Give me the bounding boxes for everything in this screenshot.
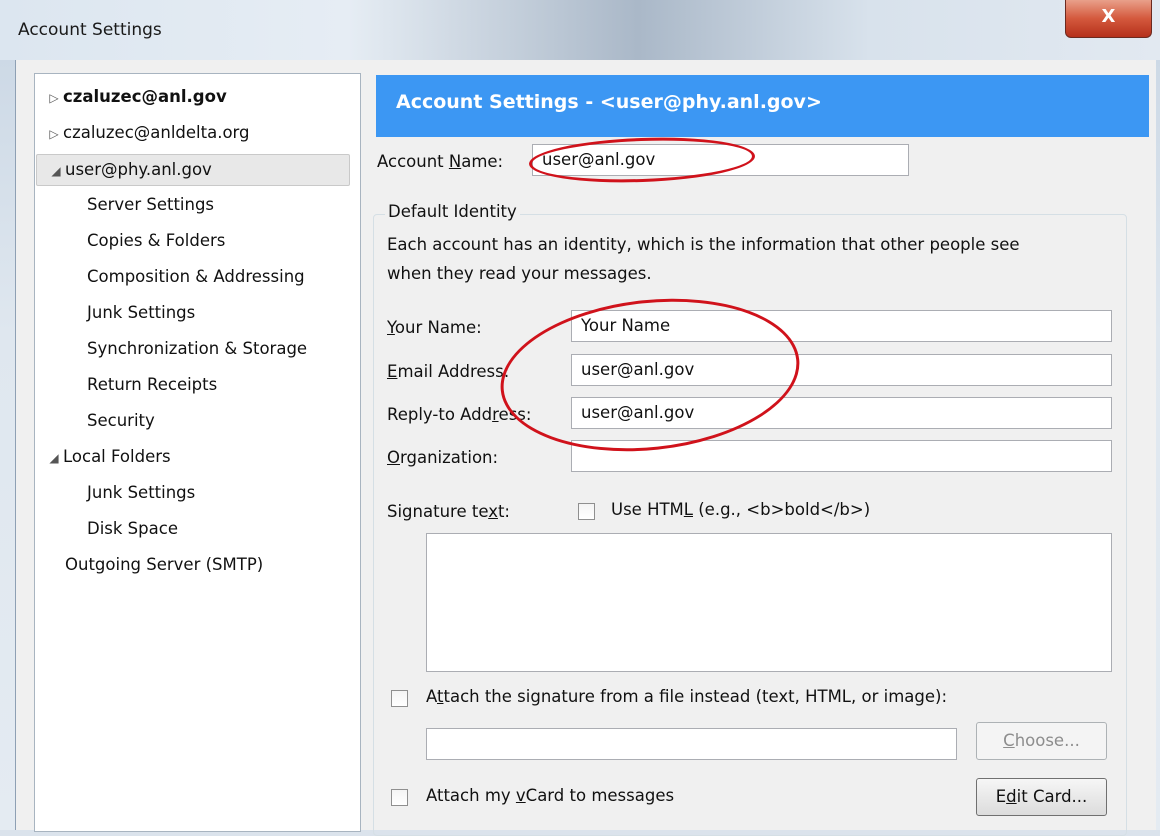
- organization-input[interactable]: [571, 440, 1112, 472]
- signature-textarea[interactable]: [426, 533, 1112, 672]
- collapse-arrow-icon[interactable]: ◢: [45, 443, 63, 473]
- settings-banner: Account Settings - <user@phy.anl.gov>: [376, 75, 1149, 137]
- tree-item-label: Outgoing Server (SMTP): [65, 555, 264, 574]
- default-identity-title: Default Identity: [385, 202, 520, 221]
- banner-title: Account Settings - <user@phy.anl.gov>: [396, 91, 822, 113]
- tree-item[interactable]: Composition & Addressing: [35, 262, 305, 292]
- identity-description-line1: Each account has an identity, which is t…: [387, 235, 1020, 254]
- window-title: Account Settings: [18, 20, 162, 40]
- expand-arrow-icon[interactable]: ▷: [45, 119, 63, 149]
- tree-item-label: czaluzec@anl.gov: [63, 87, 227, 106]
- edit-card-button[interactable]: Edit Card...: [976, 778, 1107, 816]
- tree-item-label: Composition & Addressing: [87, 267, 305, 286]
- tree-item[interactable]: Junk Settings: [35, 478, 195, 508]
- tree-item-label: Security: [87, 411, 155, 430]
- your-name-label: Your Name:: [387, 318, 482, 337]
- tree-item[interactable]: ▷ czaluzec@anl.gov: [35, 82, 227, 113]
- tree-item-label: Local Folders: [63, 447, 171, 466]
- collapse-arrow-icon[interactable]: ◢: [47, 156, 65, 186]
- account-settings-window: Account Settings X ▷ czaluzec@anl.gov ▷ cza…: [0, 0, 1160, 836]
- signature-file-input[interactable]: [426, 728, 957, 760]
- identity-description-line2: when they read your messages.: [387, 264, 652, 283]
- tree-item[interactable]: Security: [35, 406, 155, 436]
- tree-item-label: Return Receipts: [87, 375, 218, 394]
- dialog-client: ▷ czaluzec@anl.gov ▷ czaluzec@anldelta.org ◢…: [15, 60, 1156, 836]
- use-html-checkbox[interactable]: [578, 503, 595, 520]
- tree-item-label: user@phy.anl.gov: [65, 160, 212, 179]
- tree-item[interactable]: ▷ czaluzec@anldelta.org: [35, 118, 250, 149]
- signature-text-label: Signature text:: [387, 502, 510, 521]
- account-name-label: Account Name:: [377, 152, 504, 171]
- email-address-label: Email Address:: [387, 362, 510, 381]
- tree-item-label: Server Settings: [87, 195, 215, 214]
- use-html-label: Use HTML (e.g., <b>bold</b>): [611, 500, 871, 519]
- tree-item-label: Copies & Folders: [87, 231, 226, 250]
- close-button[interactable]: X: [1065, 0, 1152, 38]
- tree-item[interactable]: Synchronization & Storage: [35, 334, 307, 364]
- account-tree[interactable]: ▷ czaluzec@anl.gov ▷ czaluzec@anldelta.org ◢…: [34, 73, 361, 832]
- tree-item[interactable]: Disk Space: [35, 514, 178, 544]
- email-address-input[interactable]: user@anl.gov: [571, 354, 1112, 386]
- reply-to-label: Reply-to Address:: [387, 405, 532, 424]
- attach-vcard-checkbox[interactable]: [391, 789, 408, 806]
- attach-signature-label: Attach the signature from a file instead…: [426, 687, 948, 706]
- your-name-input[interactable]: Your Name: [571, 310, 1112, 342]
- choose-button[interactable]: Choose...: [976, 722, 1107, 760]
- tree-item-label: Junk Settings: [87, 303, 196, 322]
- tree-item-label: Synchronization & Storage: [87, 339, 308, 358]
- tree-item[interactable]: ◢ Local Folders: [35, 442, 171, 473]
- organization-label: Organization:: [387, 448, 499, 467]
- account-name-input[interactable]: user@anl.gov: [532, 144, 909, 176]
- tree-item-label: czaluzec@anldelta.org: [63, 123, 250, 142]
- tree-item[interactable]: Copies & Folders: [35, 226, 225, 256]
- attach-signature-checkbox[interactable]: [391, 690, 408, 707]
- title-bar: Account Settings X: [0, 0, 1160, 60]
- close-icon: X: [1101, 6, 1116, 27]
- attach-vcard-label: Attach my vCard to messages: [426, 786, 675, 805]
- tree-item[interactable]: Junk Settings: [35, 298, 195, 328]
- tree-item-label: Disk Space: [87, 519, 178, 538]
- tree-item[interactable]: Server Settings: [35, 190, 214, 220]
- reply-to-input[interactable]: user@anl.gov: [571, 397, 1112, 429]
- expand-arrow-icon[interactable]: ▷: [45, 83, 63, 113]
- tree-item[interactable]: Return Receipts: [35, 370, 217, 400]
- tree-item-label: Junk Settings: [87, 483, 196, 502]
- tree-item[interactable]: ◢ user@phy.anl.gov: [36, 154, 350, 186]
- tree-item[interactable]: Outgoing Server (SMTP): [35, 550, 263, 580]
